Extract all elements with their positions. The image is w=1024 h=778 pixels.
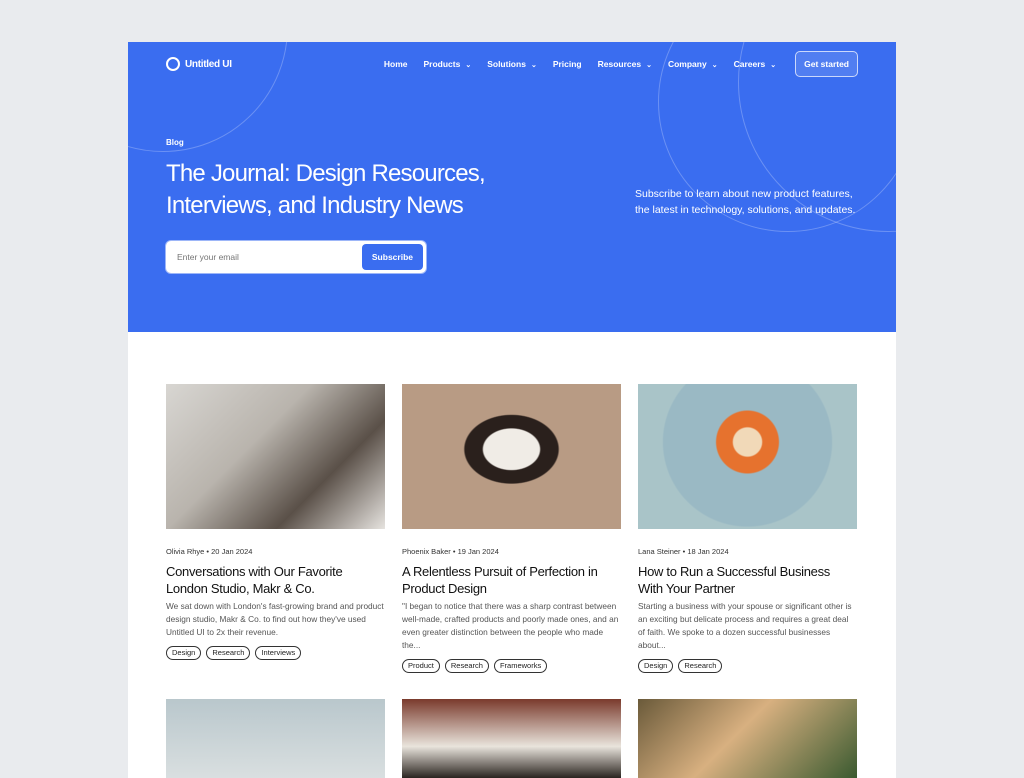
- post-title[interactable]: A Relentless Pursuit of Perfection in Pr…: [402, 563, 621, 597]
- page: Untitled UI Home Products ⌄ Solutions ⌄ Prici…: [128, 42, 896, 778]
- nav-item-label: Home: [383, 59, 408, 69]
- nav-item-products[interactable]: Products ⌄: [423, 59, 471, 69]
- chevron-down-icon: ⌄: [465, 62, 472, 69]
- logo[interactable]: Untitled UI: [166, 57, 232, 71]
- hero: Untitled UI Home Products ⌄ Solutions ⌄ Prici…: [128, 42, 896, 332]
- post-tags: Design Research: [638, 659, 857, 673]
- subscribe-button[interactable]: Subscribe: [361, 244, 423, 270]
- nav-menu: Home Products ⌄ Solutions ⌄ Pricing Resources ⌄…: [384, 59, 776, 69]
- post-image[interactable]: [638, 699, 857, 778]
- nav-item-careers[interactable]: Careers ⌄: [734, 59, 777, 69]
- post-image[interactable]: [638, 384, 857, 529]
- post-meta: Olivia Rhye • 20 Jan 2024: [166, 547, 253, 556]
- nav-item-home[interactable]: Home: [384, 59, 408, 69]
- chevron-down-icon: ⌄: [711, 62, 718, 69]
- logo-icon: [166, 57, 180, 71]
- nav-item-solutions[interactable]: Solutions ⌄: [487, 59, 537, 69]
- get-started-button[interactable]: Get started: [795, 51, 858, 77]
- post-image[interactable]: [402, 699, 621, 778]
- post-card[interactable]: Phoenix Baker • 19 Jan 2024 A Relentless…: [402, 384, 621, 673]
- logo-text: Untitled UI: [185, 58, 232, 70]
- tag[interactable]: Frameworks: [493, 659, 548, 673]
- nav-item-label: Solutions: [487, 59, 526, 69]
- post-card[interactable]: Lana Steiner • 18 Jan 2024 How to Run a …: [638, 384, 857, 673]
- page-title: The Journal: Design Resources, Interview…: [166, 160, 486, 219]
- eyebrow: Blog: [166, 138, 184, 147]
- tag[interactable]: Interviews: [255, 646, 302, 660]
- post-title[interactable]: How to Run a Successful Business With Yo…: [638, 563, 857, 597]
- tag[interactable]: Product: [402, 659, 440, 673]
- post-image[interactable]: [166, 384, 385, 529]
- post-tags: Design Research Interviews: [166, 646, 385, 660]
- tag[interactable]: Design: [638, 659, 674, 673]
- post-excerpt: Starting a business with your spouse or …: [638, 601, 852, 650]
- chevron-down-icon: ⌄: [646, 62, 652, 69]
- post-card[interactable]: Olivia Rhye • 20 Jan 2024 Conversations …: [166, 384, 385, 673]
- chevron-down-icon: ⌄: [530, 62, 537, 69]
- nav-item-label: Company: [667, 59, 707, 69]
- hero-subtitle: Subscribe to learn about new product fea…: [635, 188, 856, 216]
- post-excerpt: "I began to notice that there was a shar…: [402, 601, 619, 650]
- post-title[interactable]: Conversations with Our Favorite London S…: [166, 563, 385, 597]
- post-image[interactable]: [166, 699, 385, 778]
- tag[interactable]: Research: [206, 646, 251, 660]
- post-grid: Olivia Rhye • 20 Jan 2024 Conversations …: [166, 384, 896, 778]
- tag[interactable]: Design: [166, 646, 202, 660]
- chevron-down-icon: ⌄: [770, 62, 777, 69]
- nav-item-label: Careers: [733, 59, 766, 69]
- top-nav: Untitled UI Home Products ⌄ Solutions ⌄ Prici…: [166, 51, 858, 77]
- nav-item-label: Products: [423, 59, 461, 69]
- nav-item-label: Resources: [597, 59, 642, 69]
- post-excerpt: We sat down with London's fast-growing b…: [166, 601, 384, 637]
- post-meta: Lana Steiner • 18 Jan 2024: [638, 547, 729, 556]
- post-tags: Product Research Frameworks: [402, 659, 621, 673]
- nav-item-resources[interactable]: Resources ⌄: [598, 59, 652, 69]
- post-meta: Phoenix Baker • 19 Jan 2024: [402, 547, 499, 556]
- nav-item-label: Pricing: [552, 59, 582, 69]
- post-image[interactable]: [402, 384, 621, 529]
- nav-item-company[interactable]: Company ⌄: [668, 59, 718, 69]
- email-input[interactable]: [168, 252, 362, 262]
- tag[interactable]: Research: [444, 659, 489, 673]
- nav-item-pricing[interactable]: Pricing: [553, 59, 582, 69]
- subscribe-form: Subscribe: [166, 241, 426, 273]
- tag[interactable]: Research: [678, 659, 723, 673]
